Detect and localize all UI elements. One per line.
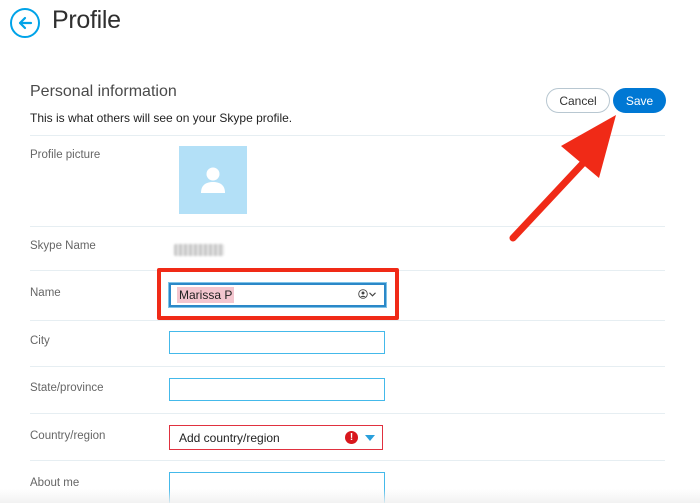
contact-picker[interactable]: [358, 289, 376, 299]
divider: [30, 366, 665, 367]
city-label: City: [30, 335, 50, 347]
save-button[interactable]: Save: [613, 88, 666, 113]
back-button[interactable]: [10, 8, 40, 38]
arrow-left-icon: [18, 16, 33, 30]
divider: [30, 226, 665, 227]
divider: [30, 460, 665, 461]
profile-picture[interactable]: [179, 146, 247, 214]
state-input[interactable]: [169, 378, 385, 401]
divider: [30, 413, 665, 414]
skype-name-value-redacted: [174, 244, 224, 256]
section-title: Personal information: [30, 83, 177, 100]
bottom-fade: [0, 489, 700, 503]
section-subtitle: This is what others will see on your Sky…: [30, 111, 293, 125]
about-label: About me: [30, 477, 80, 489]
person-circle-icon: [358, 289, 368, 299]
name-value: Marissa P: [177, 287, 235, 303]
divider: [30, 320, 665, 321]
country-select[interactable]: Add country/region !: [169, 425, 383, 450]
name-label: Name: [30, 287, 61, 299]
exclamation-icon: !: [345, 431, 358, 444]
divider: [30, 135, 665, 136]
country-placeholder: Add country/region: [179, 430, 280, 445]
caret-down-icon: [365, 435, 375, 441]
cancel-button[interactable]: Cancel: [546, 88, 610, 113]
state-label: State/province: [30, 382, 104, 394]
skype-name-label: Skype Name: [30, 240, 96, 252]
chevron-down-icon: [369, 291, 376, 297]
profile-picture-label: Profile picture: [30, 149, 101, 161]
city-input[interactable]: [169, 331, 385, 354]
page-title: Profile: [52, 6, 121, 34]
person-icon: [201, 167, 225, 193]
name-input[interactable]: Marissa P: [169, 283, 386, 307]
country-label: Country/region: [30, 430, 106, 442]
